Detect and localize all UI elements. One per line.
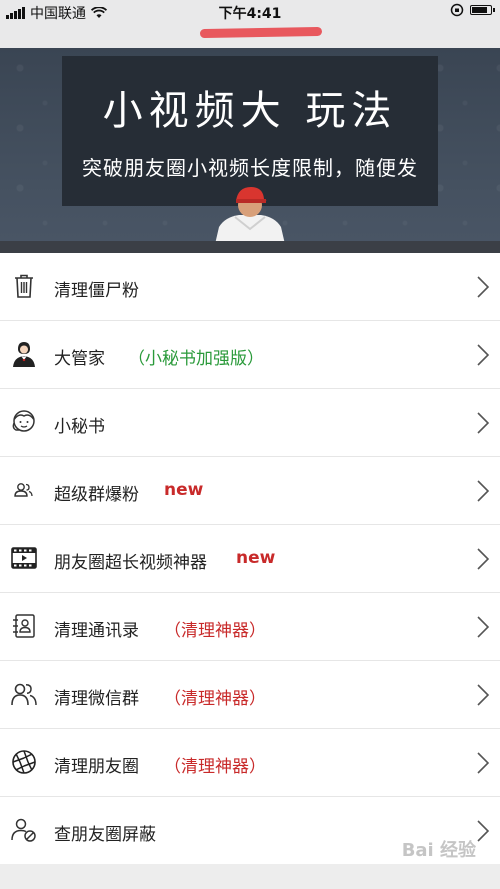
chevron-right-icon — [477, 344, 490, 366]
menu-item-tag: （清理神器） — [164, 757, 266, 777]
nav-bar — [0, 22, 500, 48]
menu-item-super-group-fans[interactable]: 超级群爆粉 new — [0, 457, 500, 525]
menu-item-label: 朋友圈超长视频神器 — [54, 553, 207, 573]
status-bar: 中国联通 下午4:41 — [0, 0, 500, 22]
chevron-right-icon — [477, 820, 490, 842]
menu-item-clean-moments[interactable]: 清理朋友圈 （清理神器） — [0, 729, 500, 797]
status-right — [450, 3, 495, 17]
new-badge: new — [236, 548, 276, 568]
menu-item-label: 清理微信群 — [54, 689, 139, 709]
menu-item-long-video-tool[interactable]: 朋友圈超长视频神器 new — [0, 525, 500, 593]
users-icon — [11, 683, 37, 706]
new-badge: new — [164, 480, 204, 500]
chevron-right-icon — [477, 480, 490, 502]
menu-item-label: 清理朋友圈 — [54, 757, 139, 777]
butler-icon — [13, 342, 35, 367]
bottom-area — [0, 864, 500, 889]
menu-item-clean-contacts[interactable]: 清理通讯录 （清理神器） — [0, 593, 500, 661]
chevron-right-icon — [477, 412, 490, 434]
film-icon — [11, 547, 37, 569]
menu-item-label: 超级群爆粉 — [54, 485, 139, 505]
baidu-watermark: Bai 经验 — [401, 840, 476, 861]
banner-title: 小视频大 玩法 — [102, 88, 398, 134]
menu-item-tag: （清理神器） — [164, 689, 266, 709]
banner-floor — [0, 241, 500, 253]
menu-list: 清理僵尸粉 大管家 （小秘书加强版） 小秘书 超级群爆粉 new 朋友圈超长视频… — [0, 253, 500, 865]
orientation-lock-icon — [450, 3, 464, 17]
contacts-icon — [13, 614, 35, 638]
chevron-right-icon — [477, 548, 490, 570]
menu-item-label: 清理通讯录 — [54, 621, 139, 641]
chevron-right-icon — [477, 616, 490, 638]
menu-item-label: 查朋友圈屏蔽 — [54, 825, 156, 845]
secretary-icon — [12, 410, 35, 432]
banner-subtitle: 突破朋友圈小视频长度限制，随便发 — [82, 156, 418, 180]
menu-item-label: 清理僵尸粉 — [54, 281, 139, 301]
aperture-icon — [12, 750, 36, 774]
menu-item-secretary[interactable]: 小秘书 — [0, 389, 500, 457]
redacted-title — [199, 26, 323, 39]
chevron-right-icon — [477, 684, 490, 706]
promo-banner[interactable]: 小视频大 玩法 突破朋友圈小视频长度限制，随便发 — [0, 48, 500, 253]
group-users-icon — [14, 483, 33, 497]
trash-icon — [15, 274, 33, 298]
menu-item-clean-wechat-groups[interactable]: 清理微信群 （清理神器） — [0, 661, 500, 729]
menu-item-tag: （清理神器） — [164, 621, 266, 641]
menu-item-butler[interactable]: 大管家 （小秘书加强版） — [0, 321, 500, 389]
menu-item-tag: （小秘书加强版） — [128, 349, 264, 369]
user-block-icon — [11, 818, 36, 842]
chevron-right-icon — [477, 276, 490, 298]
battery-icon — [470, 5, 495, 15]
status-time: 下午4:41 — [218, 6, 282, 22]
menu-item-label: 小秘书 — [54, 417, 105, 437]
menu-item-clean-zombie-fans[interactable]: 清理僵尸粉 — [0, 253, 500, 321]
chevron-right-icon — [477, 752, 490, 774]
menu-item-label: 大管家 — [54, 349, 105, 369]
